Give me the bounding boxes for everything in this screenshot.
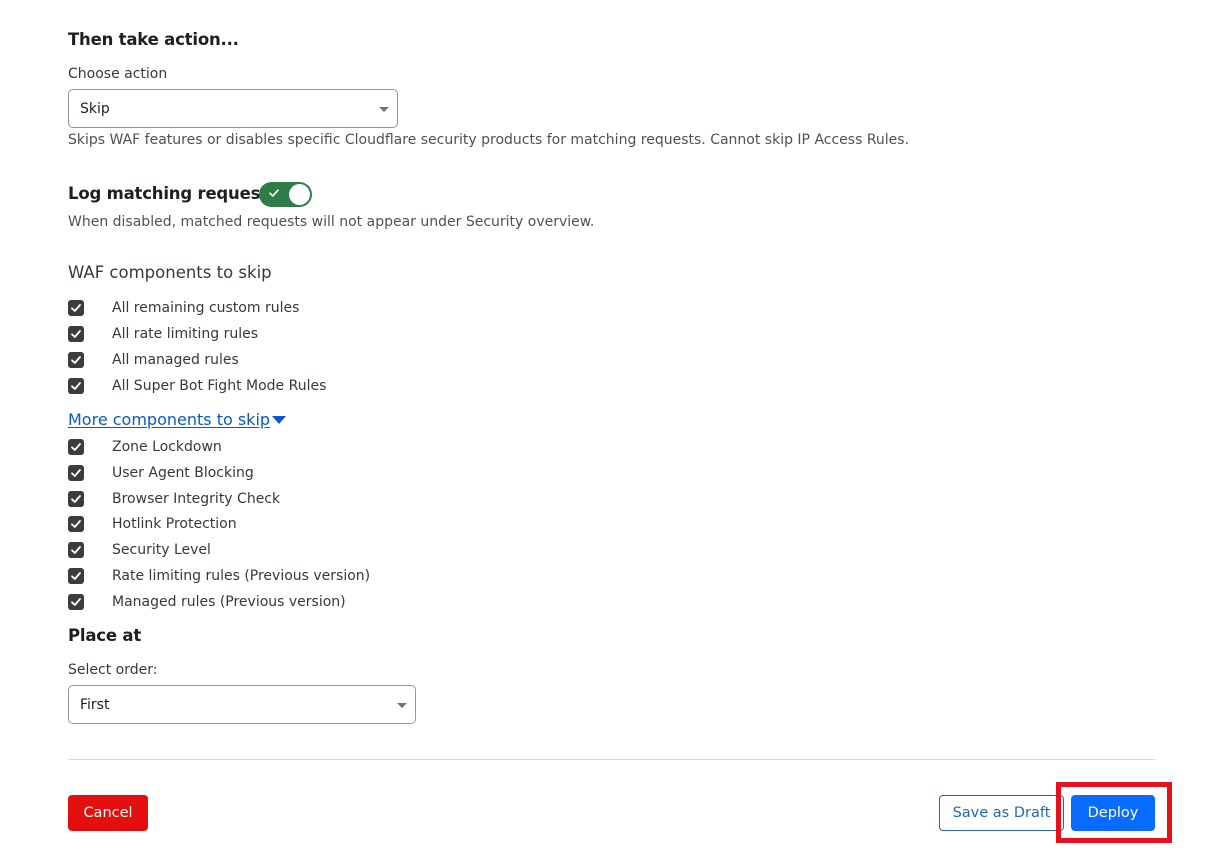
check-icon (71, 356, 81, 364)
more-item-rate-limiting-previous: Rate limiting rules (Previous version) (68, 565, 370, 587)
check-icon (71, 597, 81, 606)
checkbox-label: All managed rules (112, 352, 239, 368)
check-icon (71, 443, 81, 451)
checkbox[interactable] (68, 378, 84, 394)
waf-item-super-bot-fight: All Super Bot Fight Mode Rules (68, 375, 326, 397)
action-help-text: Skips WAF features or disables specific … (68, 132, 910, 148)
more-item-user-agent-blocking: User Agent Blocking (68, 462, 370, 484)
footer-divider (68, 759, 1155, 760)
checkbox-label: All Super Bot Fight Mode Rules (112, 378, 327, 394)
checkbox[interactable] (68, 490, 84, 507)
save-as-draft-button[interactable]: Save as Draft (939, 795, 1064, 831)
checkbox[interactable] (68, 464, 84, 481)
checkbox[interactable] (68, 593, 84, 610)
waf-item-rate-limiting: All rate limiting rules (68, 323, 326, 345)
chevron-down-icon (379, 106, 389, 112)
waf-components-list: All remaining custom rules All rate limi… (68, 297, 326, 397)
more-components-label: More components to skip (68, 410, 271, 429)
log-help-text: When disabled, matched requests will not… (68, 214, 595, 230)
check-icon (269, 189, 279, 197)
log-toggle[interactable] (259, 182, 312, 207)
checkbox-label: Browser Integrity Check (112, 490, 281, 507)
rule-form: Then take action... Choose action Skip S… (0, 0, 1220, 865)
checkbox[interactable] (68, 567, 84, 584)
check-icon (71, 382, 81, 390)
more-item-security-level: Security Level (68, 539, 370, 561)
checkbox-label: Hotlink Protection (112, 516, 237, 533)
waf-item-managed-rules: All managed rules (68, 349, 326, 371)
check-icon (71, 546, 81, 555)
check-icon (71, 572, 81, 580)
checkbox[interactable] (68, 352, 84, 368)
more-item-zone-lockdown: Zone Lockdown (68, 436, 370, 458)
checkbox[interactable] (68, 326, 84, 342)
select-order-label: Select order: (68, 662, 158, 678)
checkbox-label: Zone Lockdown (112, 439, 222, 455)
check-icon (71, 330, 81, 338)
more-components-list: Zone Lockdown User Agent Blocking Browse… (68, 436, 370, 613)
checkbox-label: Managed rules (Previous version) (112, 593, 346, 610)
checkbox-label: Rate limiting rules (Previous version) (112, 567, 371, 584)
choose-action-label: Choose action (68, 66, 168, 82)
waf-components-heading: WAF components to skip (68, 263, 272, 282)
waf-item-custom-rules: All remaining custom rules (68, 297, 326, 319)
checkbox-label: User Agent Blocking (112, 464, 254, 481)
chevron-down-icon (397, 702, 407, 708)
order-select-value: First (80, 696, 110, 713)
action-section-title: Then take action... (68, 30, 239, 49)
check-icon (71, 304, 81, 312)
checkbox[interactable] (68, 439, 84, 455)
order-select[interactable]: First (68, 685, 416, 724)
toggle-knob (289, 184, 310, 205)
checkbox[interactable] (68, 300, 84, 316)
more-item-hotlink-protection: Hotlink Protection (68, 513, 370, 535)
more-item-managed-rules-previous: Managed rules (Previous version) (68, 591, 370, 613)
caret-down-icon (272, 415, 287, 424)
checkbox-label: All rate limiting rules (112, 326, 259, 342)
check-icon (71, 468, 81, 477)
action-select[interactable]: Skip (68, 89, 398, 128)
checkbox[interactable] (68, 542, 84, 559)
check-icon (71, 494, 81, 503)
log-section-title: Log matching requests (68, 184, 278, 203)
cancel-button[interactable]: Cancel (68, 795, 148, 831)
checkbox-label: All remaining custom rules (112, 300, 300, 316)
deploy-button[interactable]: Deploy (1071, 795, 1155, 831)
checkbox[interactable] (68, 516, 84, 533)
action-select-value: Skip (80, 100, 110, 117)
more-components-link[interactable]: More components to skip (68, 410, 287, 429)
checkbox-label: Security Level (112, 542, 211, 559)
check-icon (71, 520, 81, 529)
more-item-browser-integrity: Browser Integrity Check (68, 488, 370, 510)
place-at-title: Place at (68, 626, 142, 645)
